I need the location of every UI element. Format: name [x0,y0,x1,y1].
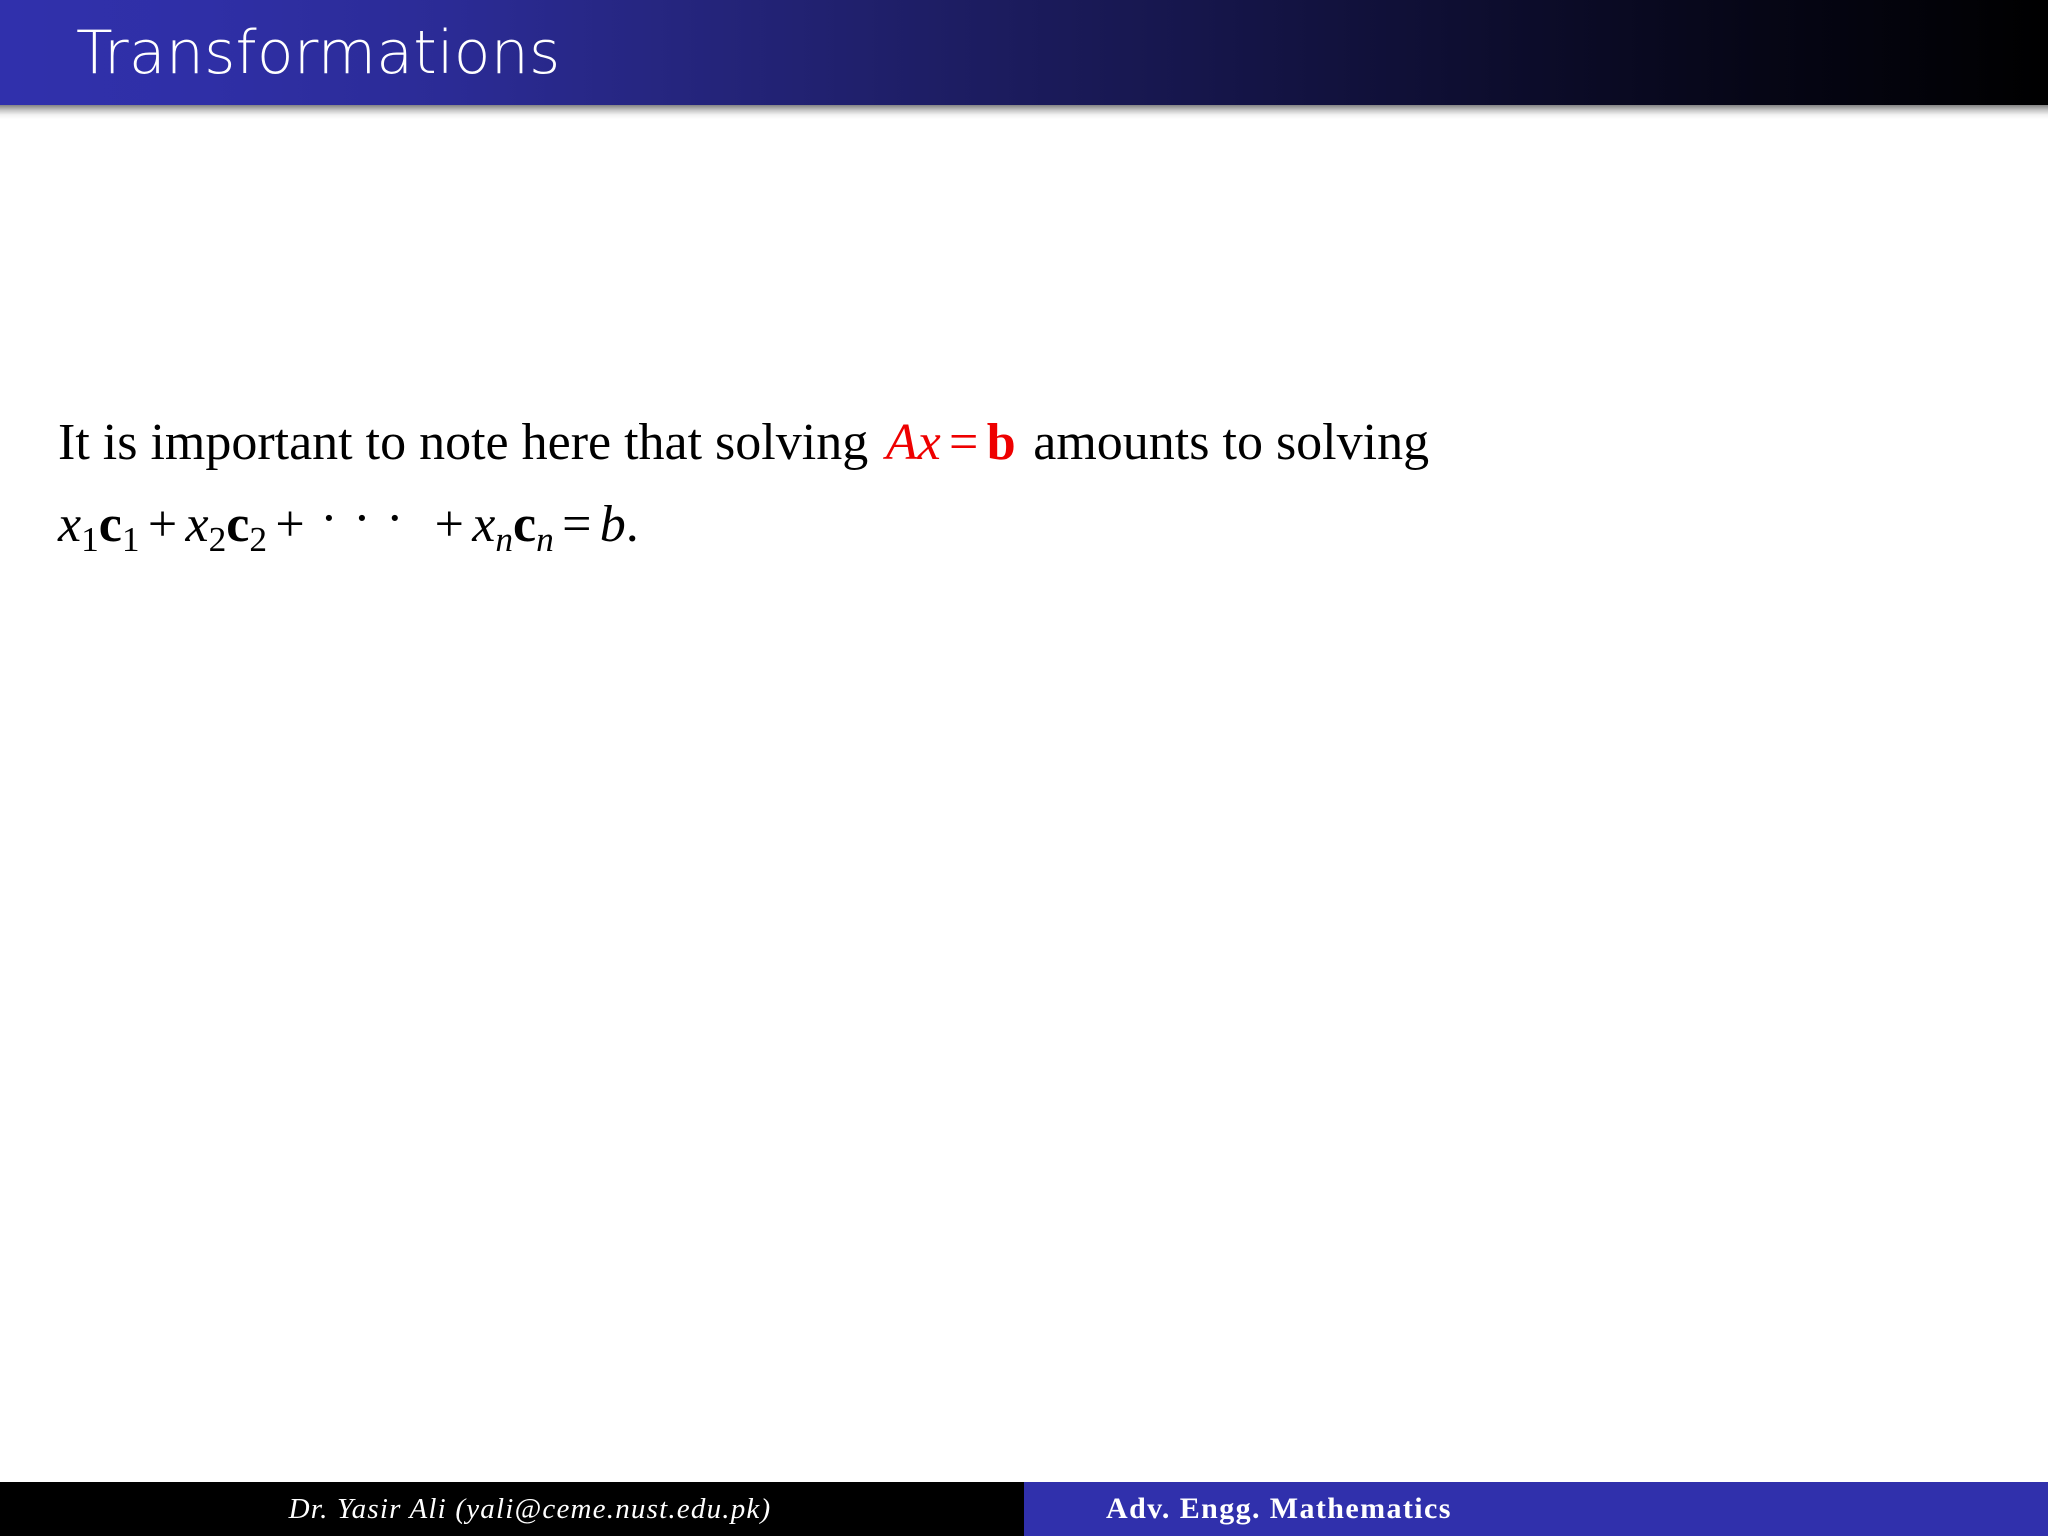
equation-equals-sign: = [562,496,592,553]
matrix-symbol-A: A [885,414,918,471]
display-equation: x1c1 + x2c2 + ··· + xncn = b. [58,487,1958,563]
term2-vector: c [226,496,250,553]
footer-course-section: Adv. Engg. Mathematics [1024,1482,2048,1536]
ellipsis: ··· [320,489,420,547]
equation-term-1: x1c1 [58,496,140,557]
vector-symbol-x: x [917,414,941,471]
vector-symbol-b: b [986,414,1016,471]
termn-coefficient: x [472,496,496,553]
plus-sign-2: + [275,496,305,553]
term1-coefficient-index: 1 [81,518,99,559]
footer-author-text: Dr. Yasir Ali (yali@ceme.nust.edu.pk) [288,1492,772,1525]
equation-term-n: xncn [472,496,554,557]
slide-footer: Dr. Yasir Ali (yali@ceme.nust.edu.pk) Ad… [0,1482,2048,1536]
page-title: Transformations [76,18,561,88]
equation-period: . [625,496,639,553]
termn-vector: c [513,496,537,553]
equation-rhs: b [599,496,626,553]
term2-coefficient: x [185,496,209,553]
term1-vector-index: 1 [121,518,140,559]
term2-coefficient-index: 2 [208,518,227,559]
slide-content: It is important to note here that solvin… [58,405,1958,563]
plus-sign-3: + [434,496,464,553]
paragraph-lead-text: It is important to note here that solvin… [58,414,869,471]
termn-vector-index: n [536,518,554,559]
slide-title-bar: Transformations [0,0,2048,105]
term2-vector-index: 2 [249,518,268,559]
equation-term-2: x2c2 [185,496,268,557]
term1-coefficient: x [58,496,82,553]
paragraph-trail-text: amounts to solving [1033,414,1430,471]
term1-vector: c [98,496,122,553]
title-bar-shadow [0,105,2048,119]
termn-coefficient-index: n [495,518,514,559]
inline-equation-ax-equals-b: Ax = b [886,414,1016,471]
equals-sign: = [949,414,979,471]
plus-sign-1: + [147,496,178,553]
footer-course-text: Adv. Engg. Mathematics [1106,1492,1452,1525]
paragraph-line-1: It is important to note here that solvin… [58,405,1958,481]
footer-author-section: Dr. Yasir Ali (yali@ceme.nust.edu.pk) [0,1482,1024,1536]
